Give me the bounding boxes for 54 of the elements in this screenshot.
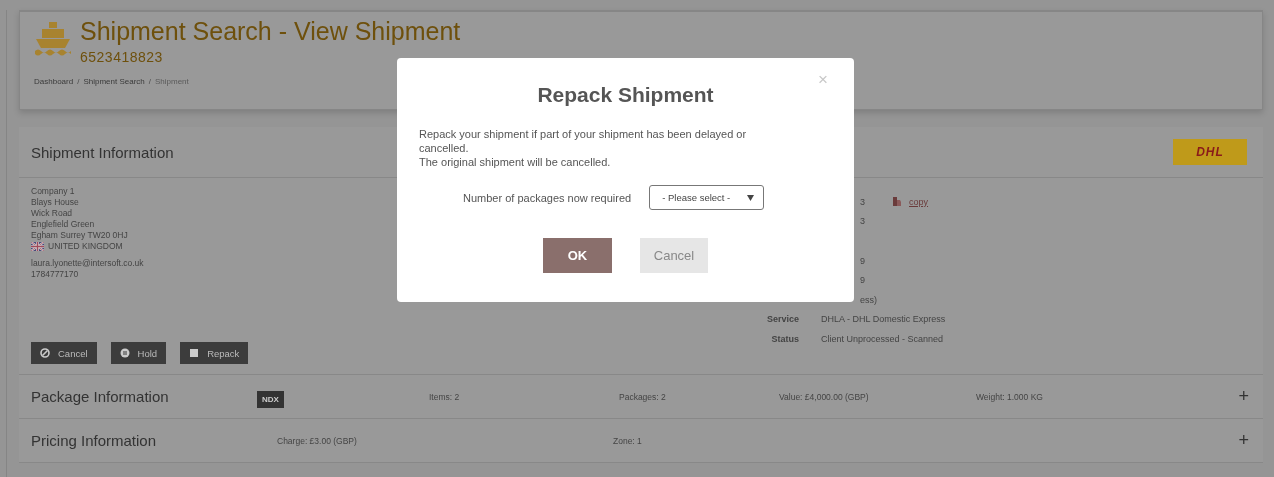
section-title: Package Information	[31, 388, 170, 405]
shipment-number: 6523418823	[80, 49, 164, 65]
flag-icon	[31, 242, 44, 251]
ship-icon	[34, 21, 72, 57]
summary-field: Zone: 1	[613, 435, 642, 446]
expand-toggle[interactable]: +	[1238, 430, 1249, 451]
action-button[interactable]: Cancel	[31, 342, 97, 364]
address-line: Company 1	[31, 186, 75, 197]
expand-toggle[interactable]: +	[1238, 386, 1249, 407]
packages-select[interactable]: - Please select -	[649, 185, 765, 210]
detail-value: DHLA - DHL Domestic Express	[821, 314, 946, 325]
square-icon	[189, 348, 200, 358]
ban-icon	[40, 348, 50, 358]
breadcrumb-link[interactable]: Dashboard	[34, 77, 74, 86]
pause-icon	[119, 348, 130, 358]
detail-label: Service	[765, 314, 799, 325]
section-title: Pricing Information	[31, 432, 158, 449]
action-button[interactable]: Repack	[180, 342, 249, 364]
address-line: Wick Road	[31, 208, 73, 219]
copy-link[interactable]: copy	[909, 196, 929, 207]
detail-value: ess)	[860, 294, 877, 305]
detail-value: 3	[860, 196, 865, 207]
summary-field: Items: 2	[429, 391, 619, 402]
panel-title: Shipment Information	[31, 143, 174, 161]
clipboard-icon	[892, 196, 902, 208]
detail-value: 9	[860, 275, 865, 286]
detail-label: Status	[770, 333, 799, 344]
modal-message: Repack your shipment if part of your shipment has been delayed or cancelled.	[419, 127, 748, 155]
detail-value: 3	[860, 216, 865, 227]
address-line: Egham Surrey TW20 0HJ	[31, 230, 128, 241]
summary-field: Charge: £3.00 (GBP)	[277, 435, 613, 446]
page-title: Shipment Search - View Shipment	[80, 16, 461, 46]
country-name: UNITED KINGDOM	[48, 241, 123, 252]
detail-value: Client Unprocessed - Scanned	[821, 333, 944, 344]
modal-message: The original shipment will be cancelled.	[419, 155, 612, 169]
modal-title: Repack Shipment	[537, 83, 714, 106]
breadcrumb-separator: /	[77, 77, 80, 86]
service-badge: NDX	[257, 390, 284, 408]
ok-button[interactable]: OK	[543, 238, 612, 273]
field-label: Number of packages now required	[463, 191, 632, 204]
summary-field: Packages: 2	[619, 391, 779, 402]
summary-field: Weight: 1.000 KG	[976, 391, 1043, 402]
detail-value: 9	[860, 255, 865, 266]
action-button[interactable]: Hold	[110, 342, 167, 364]
summary-field: Value: £4,000.00 (GBP)	[779, 391, 976, 402]
carrier-logo: DHL	[1173, 139, 1247, 165]
email-address: laura.lyonette@intersoft.co.uk	[31, 258, 144, 269]
address-line: Englefield Green	[31, 219, 95, 230]
breadcrumb-separator: /	[148, 77, 151, 86]
address-line: Blays House	[31, 197, 79, 208]
phone-number: 1784777170	[31, 269, 79, 280]
cancel-button[interactable]: Cancel	[640, 238, 708, 273]
breadcrumb-link[interactable]: Shipment Search	[83, 77, 145, 86]
caret-icon	[747, 194, 755, 201]
